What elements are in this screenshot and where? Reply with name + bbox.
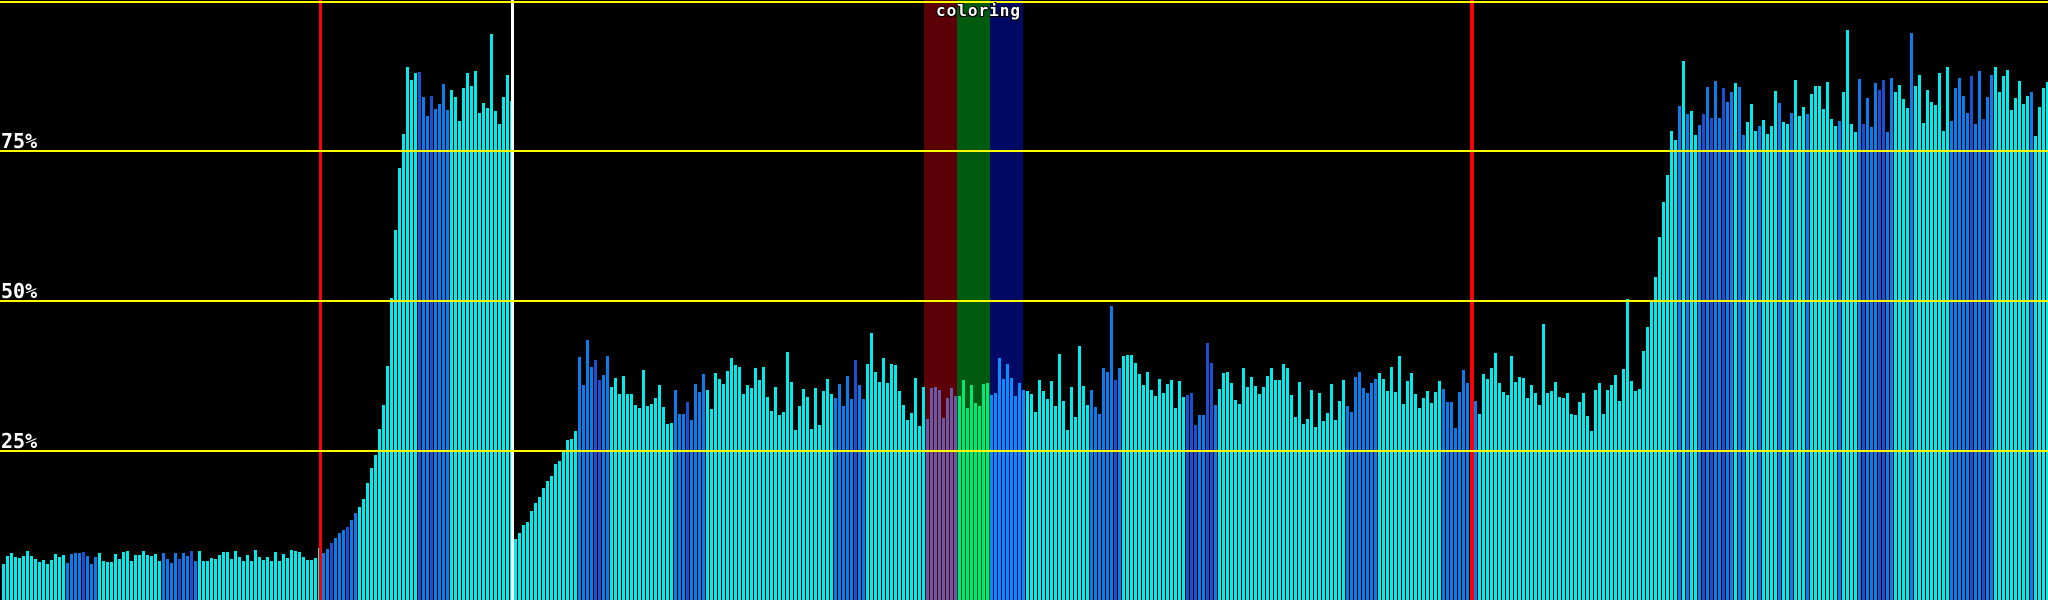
y-axis-label-50: 50% (1, 279, 38, 303)
gridline-100 (0, 1, 2048, 3)
y-axis-label-75: 75% (1, 129, 38, 153)
frame-time-graph: 75% 50% 25% coloring (0, 0, 2048, 600)
coloring-region-label: coloring (936, 1, 1022, 20)
gridline-75 (0, 150, 2048, 152)
y-axis-label-25: 25% (1, 429, 38, 453)
gridline-50 (0, 300, 2048, 302)
gridline-25 (0, 450, 2048, 452)
